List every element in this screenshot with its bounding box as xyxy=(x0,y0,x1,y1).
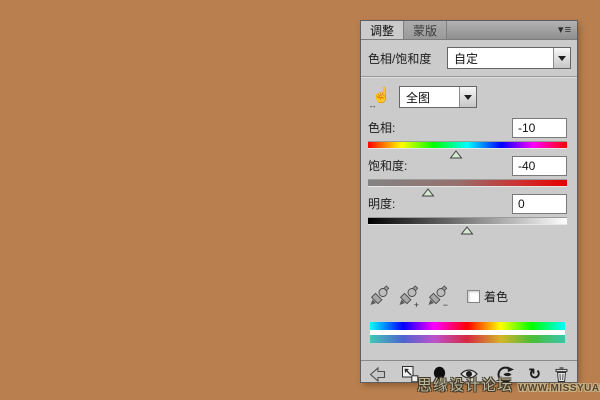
chevron-down-icon[interactable] xyxy=(459,87,476,107)
lightness-slider-marker[interactable] xyxy=(460,226,473,235)
watermark-chinese: 思缘设计论坛 xyxy=(417,374,513,395)
hue-label: 色相: xyxy=(368,119,395,136)
saturation-value-input[interactable] xyxy=(512,156,567,176)
channel-dropdown[interactable]: 全图 xyxy=(399,86,477,108)
channel-dropdown-value: 全图 xyxy=(400,89,459,106)
adjustment-title: 色相/饱和度 xyxy=(368,50,447,67)
saturation-slider-group: 饱和度: xyxy=(368,155,567,187)
channel-row: ☝ ↔ 全图 xyxy=(368,85,571,109)
saturation-slider-track[interactable] xyxy=(368,179,567,187)
saturation-slider-marker[interactable] xyxy=(421,188,434,197)
lightness-value-input[interactable] xyxy=(512,194,567,214)
hue-slider-track[interactable] xyxy=(368,141,567,149)
return-to-list-arrow-icon[interactable] xyxy=(369,366,388,383)
lightness-slider-group: 明度: xyxy=(368,193,567,225)
tab-adjustments-label: 调整 xyxy=(370,22,394,39)
divider xyxy=(361,76,577,78)
preset-dropdown[interactable]: 自定 xyxy=(447,47,571,69)
spectrum-preview xyxy=(370,322,565,343)
panel-content: 色相/饱和度 自定 ☝ ↔ 全图 色相: xyxy=(361,46,577,387)
eyedropper-plus-icon[interactable]: + xyxy=(397,284,419,308)
panel-menu-icon[interactable]: ▾ ≡ xyxy=(552,21,577,39)
hue-value-input[interactable] xyxy=(512,118,567,138)
chevron-down-icon[interactable] xyxy=(553,48,570,68)
eyedropper-icon[interactable] xyxy=(368,284,390,308)
tab-adjustments[interactable]: 调整 xyxy=(361,21,404,39)
tab-masks[interactable]: 蒙版 xyxy=(404,21,447,39)
watermark-url: WWW.MISSYUAN.COM xyxy=(518,383,600,395)
eyedropper-row: + − 着色 xyxy=(368,284,571,308)
watermark: 思缘设计论坛 WWW.MISSYUAN.COM xyxy=(417,374,600,395)
colorize-label: 着色 xyxy=(484,288,508,305)
hue-slider-group: 色相: xyxy=(368,117,567,149)
lightness-label: 明度: xyxy=(368,195,395,212)
hue-slider-marker[interactable] xyxy=(449,150,462,159)
panel-tabbar: 调整 蒙版 ▾ ≡ xyxy=(361,21,577,40)
targeted-adjustment-tool-icon[interactable]: ☝ ↔ xyxy=(368,85,390,109)
spectrum-adjusted-bar xyxy=(370,335,565,343)
adjustments-panel: 调整 蒙版 ▾ ≡ 色相/饱和度 自定 ☝ ↔ 全图 xyxy=(361,21,577,382)
eyedropper-minus-icon[interactable]: − xyxy=(426,284,448,308)
menu-bars-icon: ≡ xyxy=(565,25,571,36)
tab-masks-label: 蒙版 xyxy=(413,22,437,39)
spectrum-original-bar xyxy=(370,322,565,330)
colorize-checkbox[interactable] xyxy=(467,290,480,303)
preset-row: 色相/饱和度 自定 xyxy=(368,46,571,70)
preset-dropdown-value: 自定 xyxy=(448,50,553,67)
menu-triangle-icon: ▾ xyxy=(558,25,564,36)
lightness-slider-track[interactable] xyxy=(368,217,567,225)
saturation-label: 饱和度: xyxy=(368,157,407,174)
